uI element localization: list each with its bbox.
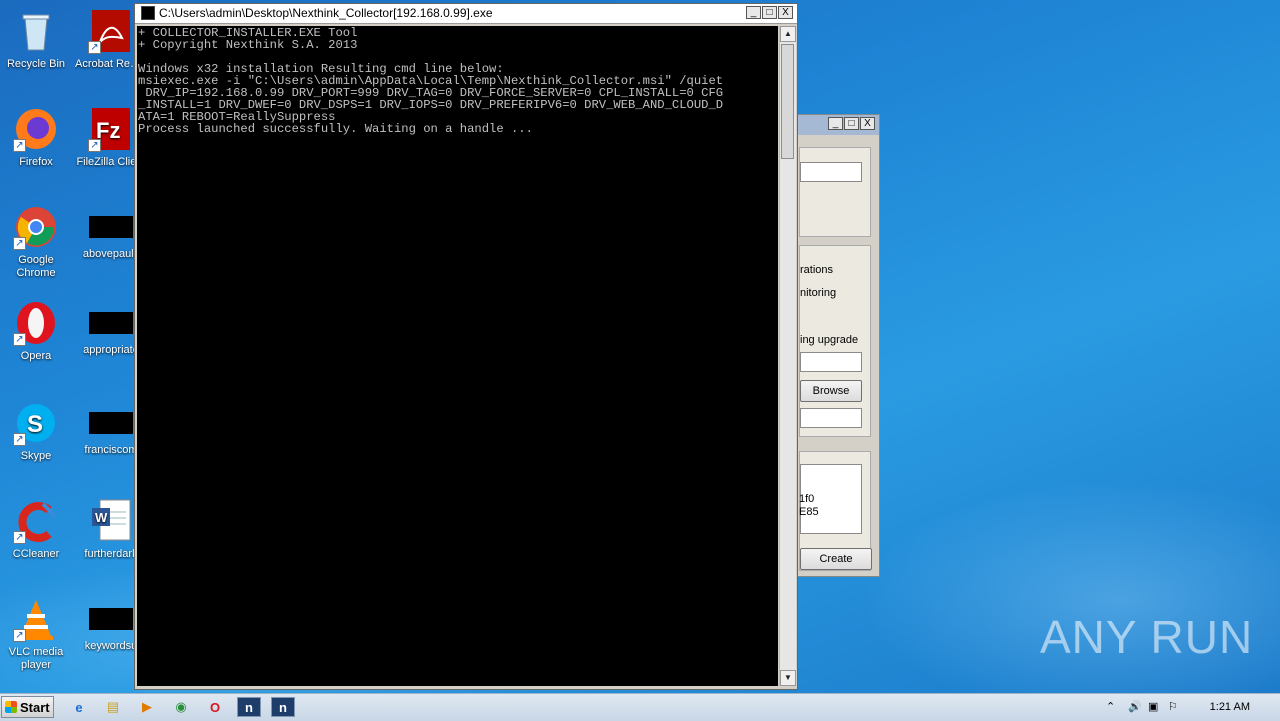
close-button[interactable]: X	[778, 6, 793, 19]
word-doc-icon: W	[88, 498, 134, 544]
installer-dialog[interactable]: _ □ X rations nitoring ing upgrade Brows…	[790, 114, 880, 577]
scroll-thumb[interactable]	[781, 44, 794, 159]
console-scrollbar[interactable]: ▲ ▼	[779, 26, 796, 686]
dialog-group-server	[799, 147, 871, 237]
chrome-icon: ↗	[13, 204, 59, 250]
maximize-button[interactable]: □	[762, 6, 777, 19]
ie-icon[interactable]: e	[68, 697, 90, 717]
redacted-file-icon	[89, 312, 133, 334]
redacted-file-icon	[89, 216, 133, 238]
volume-icon[interactable]: 🔊	[1128, 700, 1142, 713]
firefox-icon: ↗	[13, 106, 59, 152]
option-label: ing upgrade	[800, 334, 859, 346]
dialog-group-options: rations nitoring ing upgrade Browse	[799, 245, 871, 437]
tag-field[interactable]	[800, 408, 862, 428]
filezilla-icon: Fz ↗	[88, 106, 134, 152]
desktop-icon-opera[interactable]: ↗ Opera	[0, 300, 72, 363]
console-output[interactable]: + COLLECTOR_INSTALLER.EXE Tool + Copyrig…	[137, 26, 778, 686]
shortcut-arrow-icon: ↗	[13, 333, 26, 346]
console-window[interactable]: C:\Users\admin\Desktop\Nexthink_Collecto…	[134, 3, 798, 690]
ccleaner-icon: ↗	[13, 498, 59, 544]
option-label: rations	[800, 264, 834, 276]
dialog-titlebar[interactable]: _ □ X	[791, 115, 879, 135]
dialog-group-id: 1f0 E85 Create	[799, 451, 872, 571]
start-button[interactable]: Start	[1, 696, 54, 718]
skype-icon: S ↗	[13, 400, 59, 446]
browse-button[interactable]: Browse	[800, 380, 862, 402]
taskbar: Start e ▤ ▶ ◉ O n n ⌃ 🔊 ▣ ⚐ 1:21 AM	[0, 693, 1280, 721]
windows-logo-icon	[5, 701, 17, 713]
scroll-down-arrow-icon[interactable]: ▼	[780, 670, 796, 686]
desktop-icon-label: Skype	[20, 450, 52, 462]
explorer-icon[interactable]: ▤	[102, 697, 124, 717]
scroll-up-arrow-icon[interactable]: ▲	[780, 26, 796, 42]
redacted-file-icon	[89, 412, 133, 434]
start-label: Start	[20, 700, 50, 715]
nexthink-icon[interactable]: n	[237, 697, 261, 717]
desktop-icon-vlc[interactable]: ↗ VLC media player	[0, 596, 72, 672]
desktop-icon-label: Google Chrome	[16, 254, 56, 279]
shortcut-arrow-icon: ↗	[13, 139, 26, 152]
recycle-bin-icon	[13, 8, 59, 54]
minimize-button[interactable]: _	[746, 6, 761, 19]
vlc-icon: ↗	[13, 596, 59, 642]
create-button[interactable]: Create	[800, 548, 872, 570]
desktop-icon-label: Firefox	[19, 156, 53, 168]
console-titlebar[interactable]: C:\Users\admin\Desktop\Nexthink_Collecto…	[135, 4, 797, 24]
desktop-icon-chrome[interactable]: ↗ Google Chrome	[0, 204, 72, 280]
svg-text:W: W	[95, 510, 108, 525]
shortcut-arrow-icon: ↗	[88, 41, 101, 54]
close-button[interactable]: X	[860, 117, 875, 130]
desktop-icon-label: VLC media player	[8, 646, 64, 671]
id-line: E85	[799, 506, 819, 518]
id-line: 1f0	[799, 493, 815, 505]
shortcut-arrow-icon: ↗	[13, 531, 26, 544]
desktop-icon-skype[interactable]: S ↗ Skype	[0, 400, 72, 463]
minimize-button[interactable]: _	[828, 117, 843, 130]
show-hidden-icons-icon[interactable]: ⌃	[1106, 700, 1115, 713]
console-app-icon	[141, 5, 155, 20]
svg-text:S: S	[27, 411, 43, 438]
shortcut-arrow-icon: ↗	[88, 139, 101, 152]
system-tray: ⌃ 🔊 ▣ ⚐	[1100, 694, 1280, 721]
anyrun-watermark: ANY RUN	[1040, 611, 1254, 663]
path-field[interactable]	[800, 352, 862, 372]
console-title: C:\Users\admin\Desktop\Nexthink_Collecto…	[159, 6, 493, 20]
maximize-button[interactable]: □	[844, 117, 859, 130]
console-line: + Copyright Nexthink S.A. 2013	[138, 38, 358, 52]
network-icon[interactable]: ▣	[1148, 700, 1158, 713]
id-box: 1f0 E85	[799, 464, 862, 534]
option-label: nitoring	[800, 287, 837, 299]
desktop-icon-label: CCleaner	[12, 548, 60, 560]
shortcut-arrow-icon: ↗	[13, 237, 26, 250]
opera-icon: ↗	[13, 300, 59, 346]
console-line: Process launched successfully. Waiting o…	[138, 122, 533, 136]
action-center-flag-icon[interactable]: ⚐	[1168, 700, 1178, 713]
desktop-icon-recycle-bin[interactable]: Recycle Bin	[0, 8, 72, 71]
server-field[interactable]	[800, 162, 862, 182]
redacted-file-icon	[89, 608, 133, 630]
desktop-icon-label: Recycle Bin	[6, 58, 66, 70]
acrobat-icon: ↗	[88, 8, 134, 54]
clock[interactable]: 1:21 AM	[1210, 701, 1250, 713]
chrome-icon[interactable]: ◉	[170, 697, 192, 717]
shortcut-arrow-icon: ↗	[13, 433, 26, 446]
opera-icon[interactable]: O	[204, 697, 226, 717]
desktop-icon-firefox[interactable]: ↗ Firefox	[0, 106, 72, 169]
shortcut-arrow-icon: ↗	[13, 629, 26, 642]
nexthink-icon[interactable]: n	[271, 697, 295, 717]
desktop-icon-label: Opera	[20, 350, 52, 362]
media-player-icon[interactable]: ▶	[136, 697, 158, 717]
desktop-icon-ccleaner[interactable]: ↗ CCleaner	[0, 498, 72, 561]
